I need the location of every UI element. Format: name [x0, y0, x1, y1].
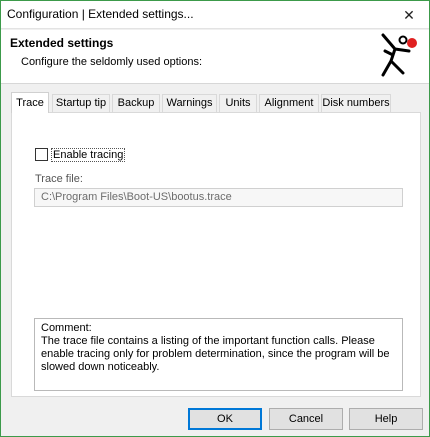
close-icon[interactable]: ✕ [389, 1, 429, 29]
tab-startup-tip[interactable]: Startup tip [52, 94, 110, 112]
cancel-button[interactable]: Cancel [269, 408, 343, 430]
tab-units[interactable]: Units [219, 94, 257, 112]
tab-backup[interactable]: Backup [112, 94, 160, 112]
trace-panel: Enable tracing Trace file: C:\Program Fi… [11, 112, 421, 397]
header-band: Extended settings Configure the seldomly… [1, 30, 429, 84]
header-subtitle: Configure the seldomly used options: [21, 56, 202, 68]
tab-disk-numbers[interactable]: Disk numbers [321, 94, 391, 112]
comment-title: Comment: [41, 322, 92, 334]
boot-us-figure-logo-icon [381, 33, 417, 77]
help-button[interactable]: Help [349, 408, 423, 430]
enable-tracing-label[interactable]: Enable tracing [51, 148, 126, 162]
window-title: Configuration | Extended settings... [7, 7, 194, 21]
comment-body: The trace file contains a listing of the… [41, 335, 390, 373]
tab-trace[interactable]: Trace [11, 92, 49, 113]
enable-tracing-checkbox[interactable] [35, 148, 48, 161]
trace-file-field[interactable]: C:\Program Files\Boot-US\bootus.trace [34, 188, 403, 207]
trace-file-label: Trace file: [35, 173, 83, 185]
ok-button[interactable]: OK [188, 408, 262, 430]
tab-warnings[interactable]: Warnings [162, 94, 217, 112]
comment-box: Comment: The trace file contains a listi… [34, 318, 403, 391]
title-bar[interactable]: Configuration | Extended settings... ✕ [1, 1, 429, 29]
tab-alignment[interactable]: Alignment [259, 94, 319, 112]
configuration-dialog: Configuration | Extended settings... ✕ E… [0, 0, 430, 437]
header-title: Extended settings [10, 36, 114, 50]
